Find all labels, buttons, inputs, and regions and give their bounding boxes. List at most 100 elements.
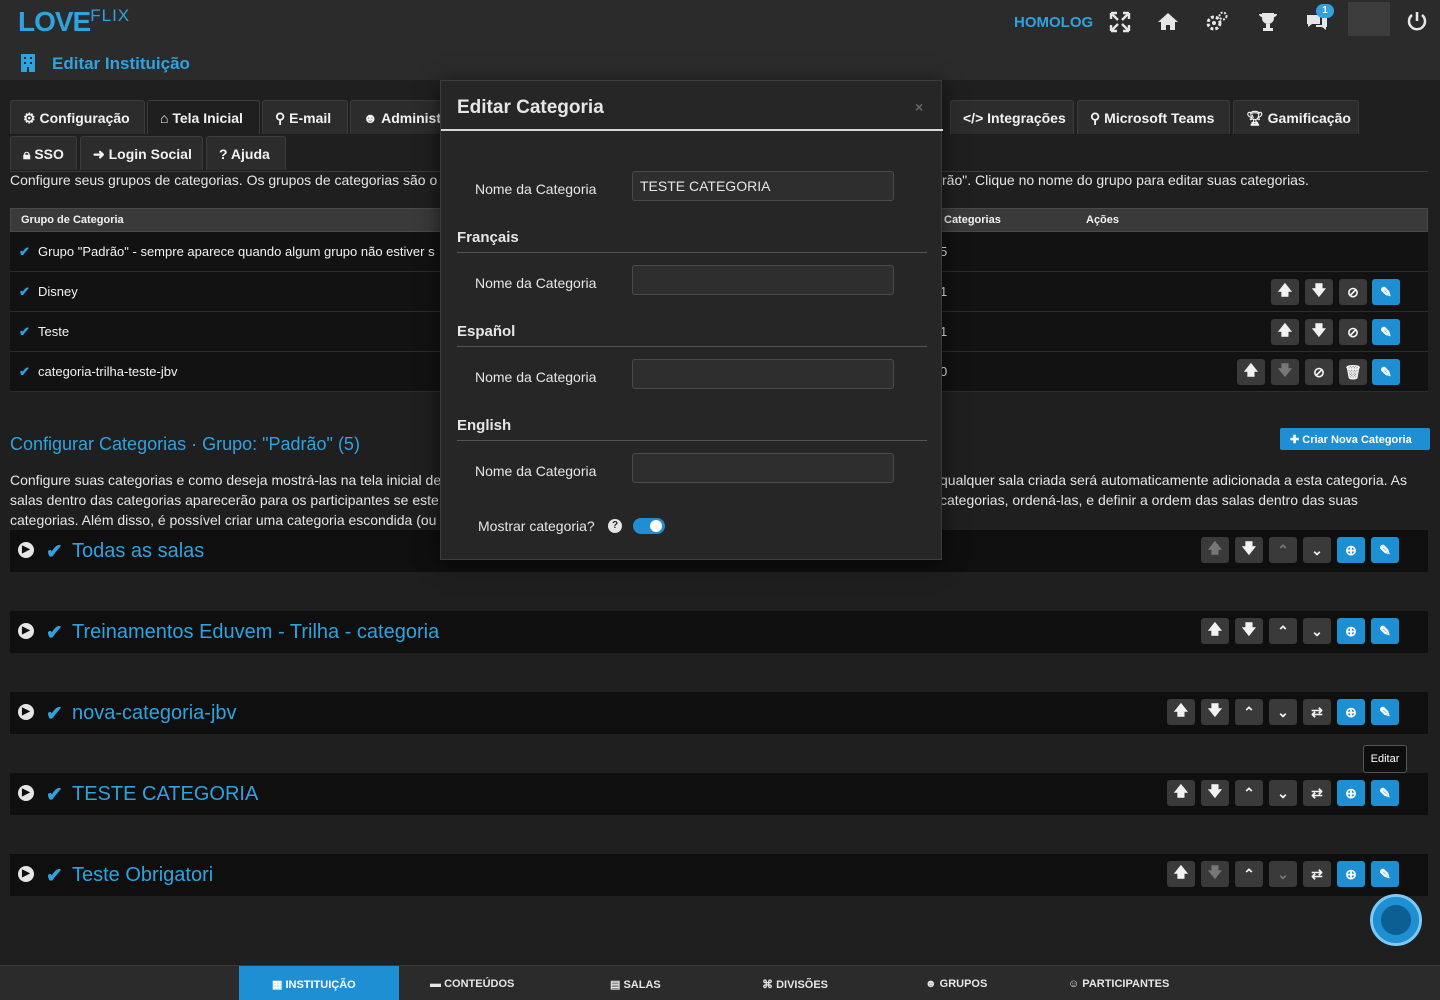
category-row[interactable]: ▶ ✔ nova-categoria-jbv 🡅 🡇 ⌃ ⌄ ⇄ ⊕ ✎ [10, 692, 1428, 734]
tab-login-social[interactable]: ➜ Login Social [80, 136, 203, 170]
category-row[interactable]: ▶ ✔ Teste Obrigatori 🡅 🡇 ⌃ ⌄ ⇄ ⊕ ✎ [10, 854, 1428, 896]
move-down-button[interactable]: 🡇 [1201, 699, 1229, 725]
add-button[interactable]: ⊕ [1337, 537, 1365, 563]
check-icon: ✔ [46, 784, 63, 806]
move-down-button[interactable]: 🡇 [1305, 279, 1333, 305]
expand-icon[interactable]: ▶ [18, 704, 34, 720]
edit-button[interactable]: ✎ [1371, 861, 1399, 887]
move-top-button[interactable]: ⌃ [1235, 861, 1263, 887]
help-icon[interactable]: ? [608, 519, 622, 533]
move-up-button[interactable]: 🡅 [1271, 319, 1299, 345]
swap-button[interactable]: ⇄ [1303, 780, 1331, 806]
move-down-button[interactable]: 🡇 [1235, 537, 1263, 563]
edit-category-modal: Editar Categoria × Nome da Categoria Fra… [440, 80, 943, 560]
move-top-button[interactable]: ⌃ [1235, 699, 1263, 725]
nav-grupos[interactable]: ☻ GRUPOS [925, 966, 1025, 1000]
edit-button[interactable]: ✎ [1372, 319, 1400, 345]
disable-button[interactable]: ⊘ [1339, 279, 1367, 305]
category-name-input[interactable] [632, 171, 894, 201]
move-up-button[interactable]: 🡅 [1271, 279, 1299, 305]
disable-button[interactable]: ⊘ [1339, 319, 1367, 345]
nav-participantes[interactable]: ☺ PARTICIPANTES [1068, 966, 1208, 1000]
group-name[interactable]: categoria-trilha-teste-jbv [38, 364, 177, 379]
move-up-button[interactable]: 🡅 [1167, 699, 1195, 725]
expand-icon[interactable]: ▶ [18, 623, 34, 639]
add-button[interactable]: ⊕ [1337, 861, 1365, 887]
show-category-toggle[interactable] [633, 518, 665, 534]
tab-integracoes[interactable]: </> Integrações [950, 100, 1074, 134]
move-down-button[interactable]: 🡇 [1201, 861, 1229, 887]
add-button[interactable]: ⊕ [1337, 699, 1365, 725]
move-bottom-button[interactable]: ⌄ [1269, 861, 1297, 887]
add-button[interactable]: ⊕ [1337, 780, 1365, 806]
move-up-button[interactable]: 🡅 [1201, 618, 1229, 644]
move-bottom-button[interactable]: ⌄ [1303, 618, 1331, 644]
category-name-es-input[interactable] [632, 359, 894, 389]
move-up-button[interactable]: 🡅 [1201, 537, 1229, 563]
swap-button[interactable]: ⇄ [1303, 861, 1331, 887]
toggle-knob [650, 520, 662, 532]
close-icon[interactable]: × [915, 99, 923, 115]
nav-salas[interactable]: ▤ SALAS [610, 966, 710, 1000]
tab-email[interactable]: ⚲ E-mail [262, 100, 348, 134]
move-down-button[interactable]: 🡇 [1201, 780, 1229, 806]
expand-icon[interactable]: ▶ [18, 542, 34, 558]
power-icon[interactable] [1405, 10, 1429, 34]
tab-microsoft-teams[interactable]: ⚲ Microsoft Teams [1077, 100, 1230, 134]
group-name[interactable]: Grupo "Padrão" - sempre aparece quando a… [38, 244, 435, 259]
edit-button[interactable]: ✎ [1371, 537, 1399, 563]
edit-button[interactable]: ✎ [1372, 359, 1400, 385]
tab-administradores[interactable]: ☻ Administ [350, 100, 442, 134]
move-top-button[interactable]: ⌃ [1235, 780, 1263, 806]
move-top-button[interactable]: ⌃ [1269, 537, 1297, 563]
swap-button[interactable]: ⇄ [1303, 699, 1331, 725]
nav-conteudos[interactable]: ▬ CONTEÚDOS [430, 966, 570, 1000]
edit-button[interactable]: ✎ [1371, 618, 1399, 644]
move-bottom-button[interactable]: ⌄ [1269, 780, 1297, 806]
move-bottom-button[interactable]: ⌄ [1303, 537, 1331, 563]
tab-ajuda[interactable]: ? Ajuda [206, 136, 286, 170]
category-name-en-input[interactable] [632, 453, 894, 483]
cogs-icon[interactable] [1205, 10, 1229, 34]
group-name[interactable]: Disney [38, 284, 78, 299]
check-icon: ✔ [46, 541, 63, 563]
move-down-button[interactable]: 🡇 [1305, 319, 1333, 345]
chat-widget-button[interactable] [1370, 894, 1422, 946]
edit-button[interactable]: ✎ [1371, 699, 1399, 725]
page-header: Editar Instituição [0, 44, 1440, 80]
expand-icon[interactable]: ▶ [18, 866, 34, 882]
move-top-button[interactable]: ⌃ [1269, 618, 1297, 644]
move-up-button[interactable]: 🡅 [1167, 861, 1195, 887]
move-bottom-button[interactable]: ⌄ [1269, 699, 1297, 725]
new-category-button[interactable]: ✚ Criar Nova Categoria [1280, 428, 1430, 450]
move-down-button[interactable]: 🡇 [1271, 359, 1299, 385]
page-title: Editar Instituição [52, 54, 190, 73]
chat-bot-icon [1381, 905, 1411, 935]
trash-icon[interactable]: 🗑︎ [1339, 359, 1367, 385]
disable-button[interactable]: ⊘ [1305, 359, 1333, 385]
tab-configuracao[interactable]: ⚙ Configuração [10, 100, 145, 134]
edit-button[interactable]: ✎ [1372, 279, 1400, 305]
nav-instituicao[interactable]: ▦ INSTITUIÇÃO [239, 966, 399, 1000]
code-icon: </> [963, 110, 988, 126]
category-row[interactable]: ▶ ✔ TESTE CATEGORIA 🡅 🡇 ⌃ ⌄ ⇄ ⊕ ✎ [10, 773, 1428, 815]
tab-gamificacao[interactable]: 🏆︎ Gamificação [1233, 100, 1359, 134]
home-icon[interactable] [1156, 10, 1180, 34]
move-down-button[interactable]: 🡇 [1235, 618, 1263, 644]
avatar[interactable] [1348, 2, 1390, 36]
nav-divisoes[interactable]: ⌘ DIVISÕES [762, 966, 872, 1000]
move-up-button[interactable]: 🡅 [1167, 780, 1195, 806]
tab-sso[interactable]: 🔒︎ SSO [10, 136, 77, 170]
category-row[interactable]: ▶ ✔ Treinamentos Eduvem - Trilha - categ… [10, 611, 1428, 653]
fullscreen-icon[interactable] [1108, 10, 1132, 34]
tab-tela-inicial[interactable]: ⌂ Tela Inicial [147, 100, 260, 134]
logo[interactable]: LOVEFLIX [18, 6, 130, 38]
expand-icon[interactable]: ▶ [18, 785, 34, 801]
link-icon: ⚲ [275, 110, 290, 126]
group-name[interactable]: Teste [38, 324, 69, 339]
category-name-fr-input[interactable] [632, 265, 894, 295]
edit-button[interactable]: ✎ [1371, 780, 1399, 806]
move-up-button[interactable]: 🡅 [1237, 359, 1265, 385]
add-button[interactable]: ⊕ [1337, 618, 1365, 644]
trophy-icon[interactable] [1256, 10, 1280, 34]
